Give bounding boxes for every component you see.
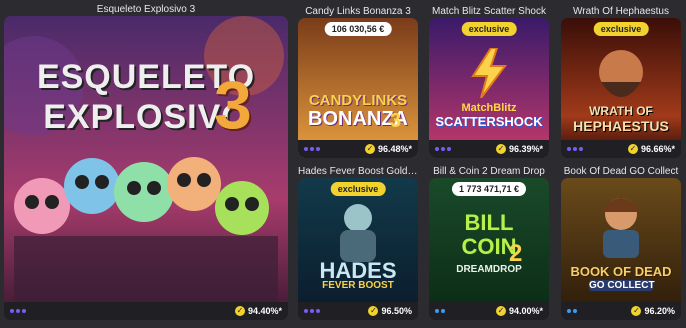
rtp-label: ✓ 96.66%* — [627, 144, 675, 154]
game-artwork: exclusive HADES FEVER BOOST — [298, 178, 418, 320]
game-title: Candy Links Bonanza 3 — [305, 6, 411, 17]
game-tile-footer: ✓ 96.20% — [561, 302, 681, 320]
game-title: Bill & Coin 2 Dream Drop — [433, 166, 545, 177]
rtp-value: 96.48%* — [377, 144, 412, 154]
game-tile-footer: ✓ 96.48%* — [298, 140, 418, 158]
rtp-value: 96.20% — [644, 306, 675, 316]
rtp-label: ✓ 96.48%* — [364, 144, 412, 154]
rtp-value: 94.00%* — [508, 306, 543, 316]
game-logo-number: 3 — [390, 110, 402, 132]
game-artwork: 1 773 471,71 € BILL COIN 2 DREAMDROP — [429, 178, 549, 320]
game-title: Wrath Of Hephaestus — [573, 6, 669, 17]
game-logo-line1: BILL — [464, 210, 514, 235]
check-icon: ✓ — [495, 306, 506, 316]
check-icon: ✓ — [368, 306, 379, 316]
check-icon: ✓ — [631, 306, 642, 316]
game-tile-footer: ✓ 94.00%* — [429, 302, 549, 320]
jackpot-badge: 106 030,56 € — [324, 22, 392, 36]
volatility-dots — [567, 309, 577, 313]
lightning-icon — [471, 48, 507, 98]
rtp-label: ✓ 96.20% — [631, 306, 675, 316]
game-title: Hades Fever Boost Gold Blitz F... — [298, 166, 418, 177]
game-logo-line1: MatchBlitz — [461, 102, 517, 114]
exclusive-badge: exclusive — [330, 182, 386, 196]
jackpot-badge: 1 773 471,71 € — [451, 182, 527, 196]
game-title: Match Blitz Scatter Shock — [432, 6, 546, 17]
game-logo-line2: GO COLLECT — [589, 280, 655, 291]
game-tile-footer: ✓ 96.39%* — [429, 140, 549, 158]
game-artwork: ESQUELETO EXPLOSIVO 3 — [4, 16, 288, 320]
character-portrait — [340, 204, 376, 262]
volatility-dots — [10, 309, 26, 313]
game-tile-book-of-dead-go-collect[interactable]: BOOK OF DEAD GO COLLECT ✓ 96.20% — [561, 178, 681, 320]
volatility-dots — [435, 309, 445, 313]
character-portrait — [601, 198, 641, 258]
rtp-value: 96.66%* — [640, 144, 675, 154]
game-tile-bill-coin-2-dream-drop[interactable]: 1 773 471,71 € BILL COIN 2 DREAMDROP ✓ 94… — [429, 178, 549, 320]
rtp-label: ✓ 94.40%* — [234, 306, 282, 316]
game-logo-subtitle: DREAMDROP — [456, 264, 522, 275]
game-logo-line1: WRATH OF — [589, 104, 653, 118]
game-title: Esqueleto Explosivo 3 — [96, 4, 196, 15]
game-logo-line1: CANDYLINKS — [308, 92, 408, 109]
volatility-dots — [435, 147, 451, 151]
check-icon: ✓ — [234, 306, 245, 316]
game-tile-candy-links-bonanza-3[interactable]: 106 030,56 € CANDYLINKS BONANZA 3 ✓ 96.48… — [298, 18, 418, 158]
rtp-value: 96.39%* — [508, 144, 543, 154]
game-tile-footer: ✓ 96.66%* — [561, 140, 681, 158]
game-logo-number: 3 — [214, 67, 252, 143]
game-tile-match-blitz-scatter-shock[interactable]: exclusive MatchBlitz SCATTERSHOCK ✓ 96.39… — [429, 18, 549, 158]
game-tile-hades-fever-boost[interactable]: exclusive HADES FEVER BOOST ✓ 96.50% — [298, 178, 418, 320]
game-artwork: 106 030,56 € CANDYLINKS BONANZA 3 — [298, 18, 418, 158]
volatility-dots — [304, 309, 320, 313]
game-logo-line2: HEPHAESTUS — [573, 118, 669, 134]
game-tile-esqueleto-explosivo-3[interactable]: ESQUELETO EXPLOSIVO 3 ✓ 94.40%* — [4, 16, 288, 320]
game-logo-line2: FEVER BOOST — [322, 280, 394, 291]
check-icon: ✓ — [495, 144, 506, 154]
exclusive-badge: exclusive — [461, 22, 517, 36]
character-portrait — [599, 50, 643, 97]
game-tile-footer: ✓ 96.50% — [298, 302, 418, 320]
game-logo-line2: COIN — [461, 234, 517, 259]
game-logo-line1: BOOK OF DEAD — [570, 264, 672, 279]
game-artwork: exclusive WRATH OF HEPHAESTUS — [561, 18, 681, 158]
game-title: Book Of Dead GO Collect — [563, 166, 679, 177]
rtp-label: ✓ 96.39%* — [495, 144, 543, 154]
volatility-dots — [304, 147, 320, 151]
game-artwork: BOOK OF DEAD GO COLLECT — [561, 178, 681, 320]
game-tile-wrath-of-hephaestus[interactable]: exclusive WRATH OF HEPHAESTUS ✓ 96.66%* — [561, 18, 681, 158]
exclusive-badge: exclusive — [593, 22, 649, 36]
rtp-value: 94.40%* — [247, 306, 282, 316]
rtp-value: 96.50% — [381, 306, 412, 316]
check-icon: ✓ — [627, 144, 638, 154]
game-artwork: exclusive MatchBlitz SCATTERSHOCK — [429, 18, 549, 158]
volatility-dots — [567, 147, 583, 151]
rtp-label: ✓ 96.50% — [368, 306, 412, 316]
game-tile-footer: ✓ 94.40%* — [4, 302, 288, 320]
check-icon: ✓ — [364, 144, 375, 154]
game-logo-line2: SCATTERSHOCK — [435, 114, 543, 129]
rtp-label: ✓ 94.00%* — [495, 306, 543, 316]
